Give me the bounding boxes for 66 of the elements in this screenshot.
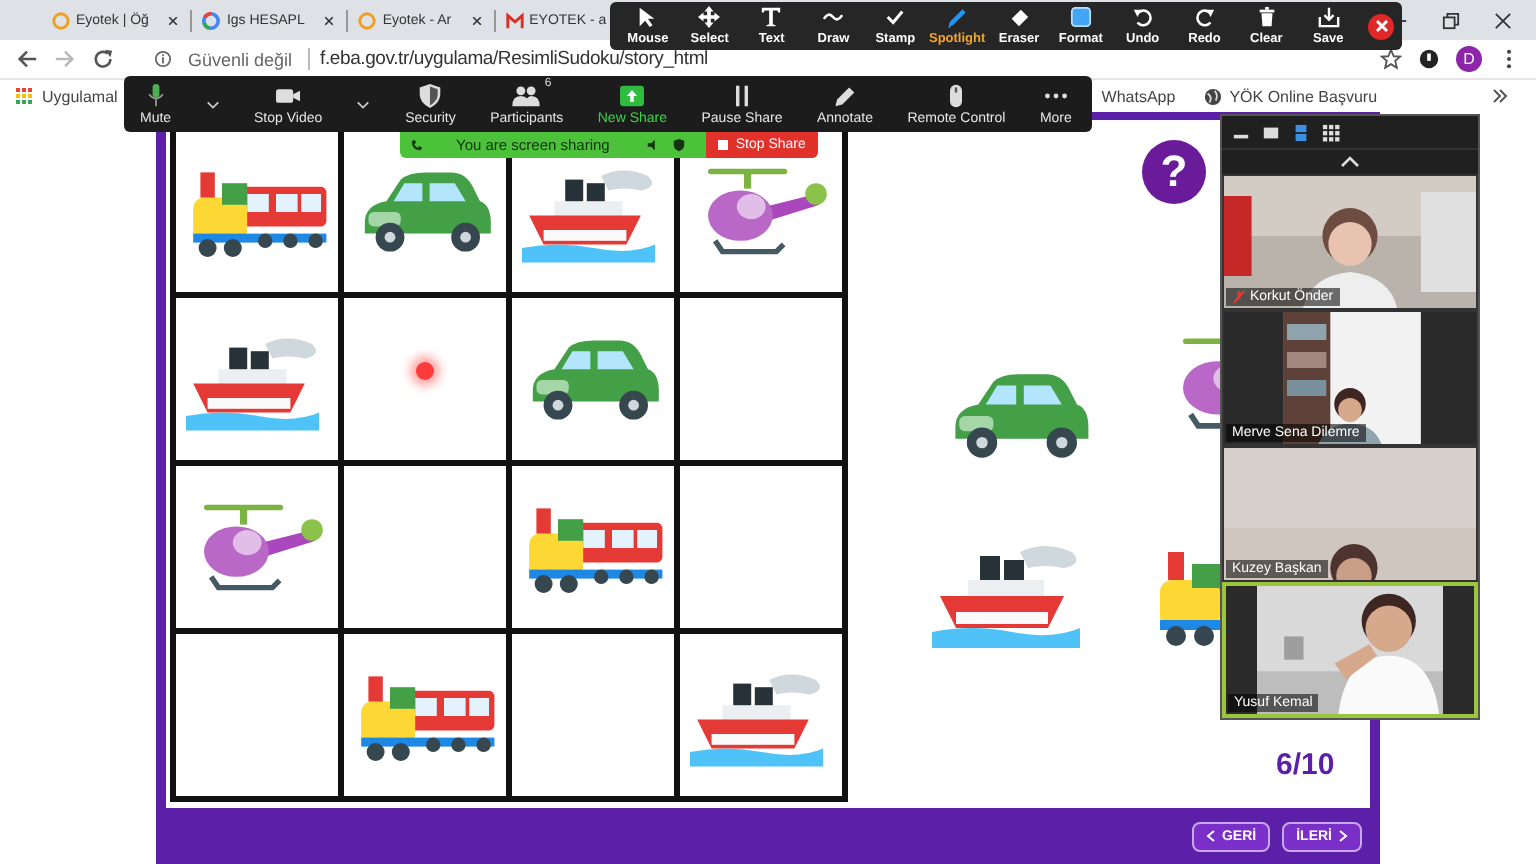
profile-avatar[interactable]: D [1456,46,1482,72]
close-button[interactable] [1368,13,1395,39]
trash-icon [1255,6,1278,28]
grid-cell[interactable] [176,634,338,796]
grid-cell[interactable] [512,634,674,796]
text-tool-icon [760,6,783,28]
bookmark[interactable]: Uygulamal [16,87,118,105]
grid-cell[interactable] [344,466,506,628]
close-icon[interactable] [168,15,179,25]
globe-icon [1203,87,1222,105]
grid-cell[interactable] [512,466,674,628]
caret-icon[interactable] [356,99,371,109]
grid-cell[interactable] [512,298,674,460]
restore-icon[interactable] [1442,11,1460,29]
progress-counter: 6/10 [1276,748,1335,782]
reload-icon[interactable] [92,48,114,70]
stop-square-icon [717,140,728,150]
close-icon[interactable] [324,15,335,25]
chevron-up-icon[interactable] [1340,156,1360,168]
url-text[interactable]: f.eba.gov.tr/uygulama/ResimliSudoku/story_html [320,48,708,70]
bookmark[interactable]: WhatsApp [1101,87,1176,105]
chevron-left-icon [1205,830,1216,842]
video-camera-icon [274,83,303,107]
mail-icon [505,11,524,29]
stacked-view-icon[interactable] [1292,123,1310,141]
ring-icon [52,11,70,29]
help-button[interactable]: ? [1142,140,1206,204]
square-icon [1069,6,1092,28]
grid-cell[interactable] [176,466,338,628]
phone-icon [410,138,424,152]
grid-cell[interactable] [680,634,842,796]
grid-cell[interactable] [680,298,842,460]
grid-view-icon[interactable] [1322,123,1340,141]
chevron-right-icon [1338,830,1348,842]
extension-icon[interactable] [1418,48,1440,70]
close-icon [1373,18,1390,34]
ring-icon [358,11,377,29]
grid-cell[interactable] [176,298,338,460]
caret-icon[interactable] [205,99,220,109]
pointer-icon [636,6,659,28]
close-icon[interactable] [1494,11,1512,29]
undo-icon [1131,6,1154,28]
star-icon[interactable] [1380,48,1402,70]
security-label: Güvenli değil [188,49,293,69]
speaker-icon [645,138,660,152]
move-icon [698,6,721,28]
people-icon [512,83,541,107]
info-icon[interactable] [154,50,172,68]
download-tray-icon [1317,6,1340,28]
single-view-icon[interactable] [1262,123,1280,141]
grid-cell[interactable] [176,130,338,292]
apps-grid-icon [16,87,34,105]
close-icon[interactable] [471,15,482,25]
shield-icon [416,83,445,107]
colored-circle-icon [202,11,221,29]
redo-icon [1193,6,1216,28]
back-arrow-icon[interactable] [16,48,38,70]
bookmark[interactable]: YÖK Online Başvuru [1203,87,1378,105]
grid-cell[interactable] [344,298,506,460]
checkmark-icon [884,6,907,28]
more-bookmarks-icon[interactable] [1492,88,1508,104]
shield-icon [671,138,686,152]
eraser-icon [1007,6,1030,28]
grid-cell[interactable] [344,634,506,796]
pen-icon [946,6,969,28]
grid-cell[interactable] [680,466,842,628]
